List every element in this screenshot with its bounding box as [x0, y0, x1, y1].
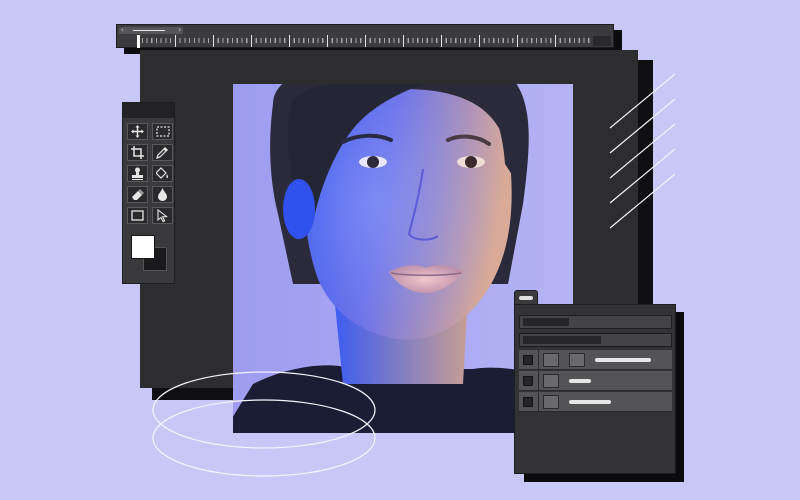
- layer-row-divider: [538, 371, 539, 391]
- move-tool-icon[interactable]: [127, 123, 148, 140]
- zoom-slider[interactable]: ‹ ›: [119, 25, 183, 35]
- chevron-right-icon[interactable]: ›: [178, 25, 181, 35]
- layer-mask-icon: [569, 353, 585, 367]
- layers-tab-label: [519, 296, 533, 300]
- zoom-slider-track[interactable]: [133, 30, 165, 31]
- layers-filter-value: [523, 318, 569, 326]
- rectangle-tool-icon[interactable]: [127, 207, 148, 224]
- visibility-icon[interactable]: [523, 376, 533, 386]
- chevron-left-icon[interactable]: ‹: [121, 25, 124, 35]
- blend-mode-value: [523, 336, 601, 344]
- layers-filter-field[interactable]: [519, 315, 672, 329]
- layer-thumbnail-icon: [543, 395, 559, 409]
- layers-panel[interactable]: [514, 304, 676, 474]
- visibility-icon[interactable]: [523, 355, 533, 365]
- crop-tool-icon[interactable]: [127, 144, 148, 161]
- tool-panel[interactable]: [122, 102, 175, 284]
- layer-thumbnail-icon: [543, 374, 559, 388]
- paint-bucket-tool-icon[interactable]: [152, 165, 173, 182]
- blend-mode-field[interactable]: [519, 333, 672, 347]
- tool-panel-header[interactable]: [123, 103, 174, 118]
- layer-row-divider: [538, 392, 539, 412]
- stamp-tool-icon[interactable]: [127, 165, 148, 182]
- eraser-tool-icon[interactable]: [127, 186, 148, 203]
- ruler-end-cap: [593, 36, 611, 46]
- layer-thumbnail-icon: [543, 353, 559, 367]
- horizontal-ruler[interactable]: ‹ ›: [116, 24, 614, 48]
- tool-grid: [127, 123, 173, 224]
- eyedropper-tool-icon[interactable]: [152, 144, 173, 161]
- select-arrow-tool-icon[interactable]: [152, 207, 173, 224]
- marquee-tool-icon[interactable]: [152, 123, 173, 140]
- ruler-position-marker[interactable]: [137, 35, 140, 48]
- layer-row[interactable]: [519, 350, 672, 370]
- blur-drop-tool-icon[interactable]: [152, 186, 173, 203]
- foreground-color-swatch[interactable]: [131, 235, 155, 259]
- layer-name: [595, 358, 651, 362]
- layer-row[interactable]: [519, 392, 672, 412]
- layer-name: [569, 379, 591, 383]
- layer-row[interactable]: [519, 371, 672, 391]
- layer-row-divider: [538, 350, 539, 370]
- ruler-scale: [137, 35, 593, 47]
- layer-name: [569, 400, 611, 404]
- visibility-icon[interactable]: [523, 397, 533, 407]
